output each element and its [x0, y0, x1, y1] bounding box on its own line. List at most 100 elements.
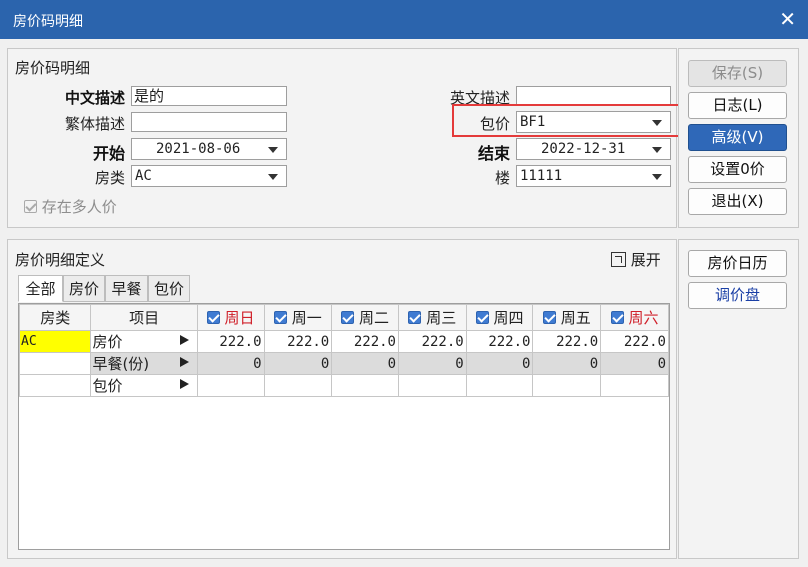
cell-value[interactable]: 0: [465, 352, 534, 375]
cell-item[interactable]: 包价: [90, 374, 198, 397]
detail-section-title: 房价明细定义: [15, 251, 106, 269]
log-button-label: 日志(L): [712, 96, 763, 114]
col-header-wed[interactable]: 周三: [398, 304, 467, 331]
adjust-panel-button[interactable]: 调价盘: [688, 282, 787, 309]
building-select[interactable]: 11111: [516, 165, 671, 187]
cell-room-type[interactable]: [19, 352, 92, 375]
log-button[interactable]: 日志(L): [688, 92, 787, 119]
cell-value[interactable]: [196, 374, 265, 397]
col-header-tue[interactable]: 周二: [331, 304, 399, 331]
cell-value[interactable]: 222.0: [600, 330, 669, 353]
start-date-picker[interactable]: 2021-08-06: [131, 138, 287, 160]
cn-desc-field[interactable]: 是的: [131, 86, 287, 106]
table-row[interactable]: 包价: [19, 374, 669, 397]
chevron-down-icon[interactable]: [268, 174, 278, 180]
building-label: 楼: [494, 169, 510, 187]
col-header-thu[interactable]: 周四: [465, 304, 534, 331]
end-date-value: 2022-12-31: [541, 141, 626, 157]
cell-value[interactable]: 222.0: [465, 330, 534, 353]
cell-value[interactable]: 222.0: [263, 330, 333, 353]
cell-item[interactable]: 早餐(份): [90, 352, 198, 375]
start-label: 开始: [92, 144, 125, 163]
cell-value[interactable]: 222.0: [196, 330, 265, 353]
close-icon[interactable]: ✕: [779, 7, 796, 31]
expand-button[interactable]: 展开: [611, 249, 661, 270]
cell-room-type[interactable]: AC: [19, 330, 92, 353]
checkbox-checked-icon[interactable]: [273, 311, 287, 324]
cell-value[interactable]: 0: [196, 352, 265, 375]
save-button[interactable]: 保存(S): [688, 60, 787, 87]
tab-all[interactable]: 全部: [18, 275, 63, 302]
cell-value[interactable]: [600, 374, 669, 397]
start-date-value: 2021-08-06: [156, 141, 241, 157]
checkbox-checked-icon[interactable]: [475, 311, 489, 324]
tab-room-price[interactable]: 房价: [63, 275, 105, 302]
tab-room-price-label: 房价: [68, 280, 99, 298]
row-pointer-icon: [179, 357, 189, 367]
highlight-callout-box: [452, 104, 683, 137]
cell-value[interactable]: 0: [532, 352, 602, 375]
checkbox-checked-icon[interactable]: [610, 311, 624, 324]
expand-icon: [611, 252, 626, 267]
price-calendar-label: 房价日历: [707, 254, 768, 272]
room-type-label: 房类: [94, 169, 125, 187]
cell-room-type[interactable]: [19, 374, 92, 397]
advanced-button-label: 高级(V): [711, 128, 764, 146]
cell-item[interactable]: 房价: [90, 330, 198, 353]
table-row[interactable]: AC 房价 222.0 222.0 222.0 222.0 222.0 222.…: [19, 330, 669, 353]
checkbox-checked-icon[interactable]: [408, 311, 422, 324]
rate-detail-table: 房类 项目 周日 周一 周二 周三 周四 周五 周六 AC 房价 222.0 2…: [19, 304, 669, 397]
cell-value[interactable]: 0: [398, 352, 467, 375]
cell-value[interactable]: [532, 374, 602, 397]
set-zero-price-label: 设置0价: [710, 160, 765, 178]
col-header-sun-label: 周日: [224, 309, 255, 327]
trad-desc-field[interactable]: [131, 112, 287, 132]
col-header-sat-label: 周六: [628, 309, 659, 327]
chevron-down-icon[interactable]: [652, 147, 662, 153]
checkbox-checked-icon[interactable]: [542, 311, 556, 324]
cell-value[interactable]: [331, 374, 399, 397]
multi-price-checkbox[interactable]: 存在多人价: [24, 196, 117, 217]
cell-value[interactable]: [465, 374, 534, 397]
cell-value[interactable]: 0: [331, 352, 399, 375]
rate-detail-grid[interactable]: 房类 项目 周日 周一 周二 周三 周四 周五 周六 AC 房价 222.0 2…: [18, 303, 670, 550]
table-header-row: 房类 项目 周日 周一 周二 周三 周四 周五 周六: [19, 304, 669, 331]
en-desc-field[interactable]: [516, 86, 671, 106]
checkbox-checked-icon[interactable]: [206, 311, 220, 324]
cn-desc-label: 中文描述: [64, 89, 125, 107]
col-header-mon[interactable]: 周一: [263, 304, 333, 331]
col-header-room-type[interactable]: 房类: [19, 304, 92, 331]
col-header-sat[interactable]: 周六: [600, 304, 669, 331]
cell-value[interactable]: [263, 374, 333, 397]
col-header-item[interactable]: 项目: [90, 304, 198, 331]
cell-value[interactable]: 222.0: [398, 330, 467, 353]
save-button-label: 保存(S): [711, 64, 764, 82]
chevron-down-icon[interactable]: [268, 147, 278, 153]
checkbox-checked-icon: [24, 200, 37, 213]
price-calendar-button[interactable]: 房价日历: [688, 250, 787, 277]
cell-value[interactable]: 222.0: [331, 330, 399, 353]
exit-button[interactable]: 退出(X): [688, 188, 787, 215]
cell-value[interactable]: 0: [263, 352, 333, 375]
cell-value[interactable]: [398, 374, 467, 397]
cell-value[interactable]: 222.0: [532, 330, 602, 353]
set-zero-price-button[interactable]: 设置0价: [688, 156, 787, 183]
tab-package[interactable]: 包价: [148, 275, 190, 302]
col-header-wed-label: 周三: [426, 309, 457, 327]
col-header-fri-label: 周五: [560, 309, 591, 327]
multi-price-label: 存在多人价: [41, 198, 117, 216]
col-header-fri[interactable]: 周五: [532, 304, 602, 331]
end-date-picker[interactable]: 2022-12-31: [516, 138, 671, 160]
table-row[interactable]: 早餐(份) 0 0 0 0 0 0 0: [19, 352, 669, 375]
tab-all-label: 全部: [25, 280, 56, 298]
expand-label: 展开: [630, 251, 661, 269]
tab-breakfast[interactable]: 早餐: [105, 275, 148, 302]
cell-item-label: 早餐(份): [92, 355, 150, 373]
room-type-select[interactable]: AC: [131, 165, 287, 187]
checkbox-checked-icon[interactable]: [341, 311, 355, 324]
chevron-down-icon[interactable]: [652, 174, 662, 180]
col-header-sun[interactable]: 周日: [196, 304, 265, 331]
cell-value[interactable]: 0: [600, 352, 669, 375]
building-value: 11111: [520, 168, 563, 184]
advanced-button[interactable]: 高级(V): [688, 124, 787, 151]
